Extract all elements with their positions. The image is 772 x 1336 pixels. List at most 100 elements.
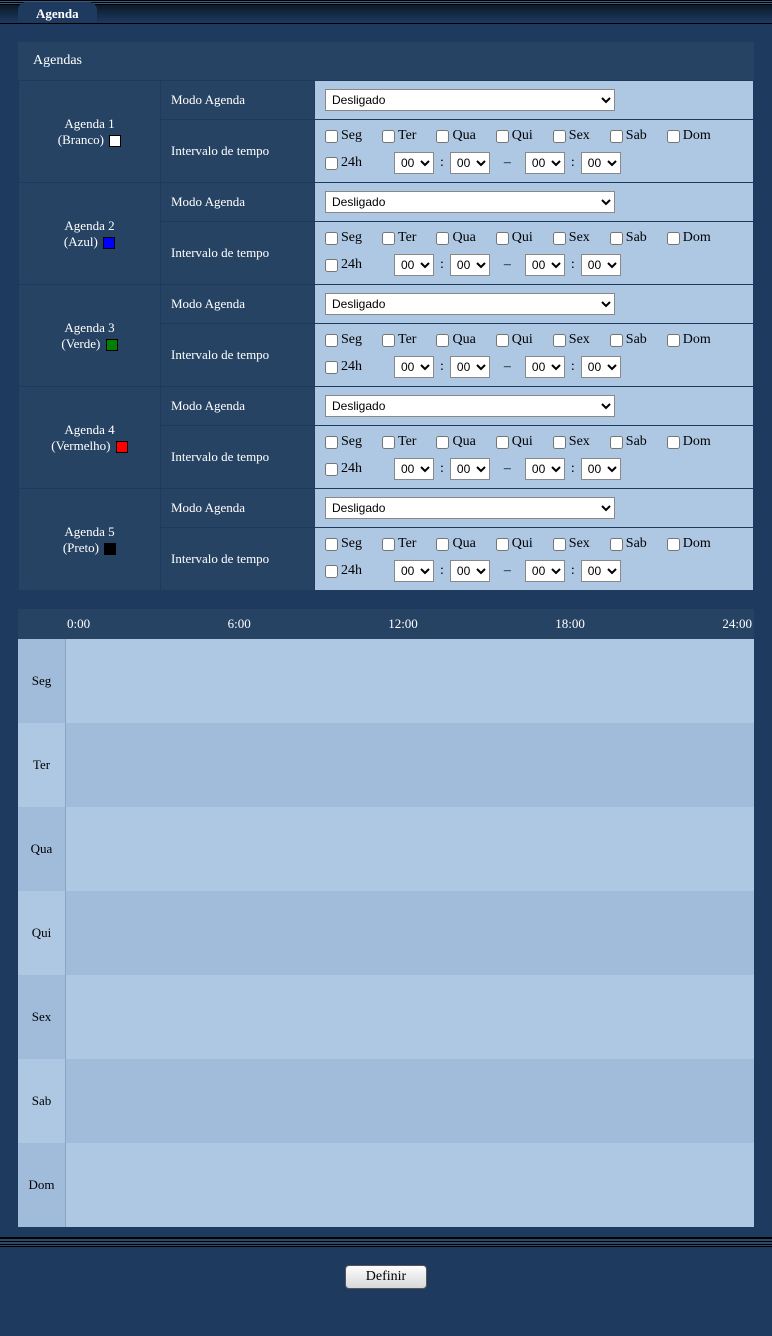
day-checkbox[interactable]	[436, 130, 449, 143]
day-checkbox[interactable]	[496, 232, 509, 245]
day-checkbox[interactable]	[610, 538, 623, 551]
day-checkbox[interactable]	[667, 130, 680, 143]
time-select[interactable]: 00	[525, 152, 565, 174]
modo-select[interactable]: Desligado	[325, 395, 615, 417]
day-checkbox[interactable]	[436, 436, 449, 449]
day-label: Dom	[683, 230, 711, 246]
time-select[interactable]: 00	[581, 152, 621, 174]
day-label: Qui	[512, 332, 533, 348]
time-select[interactable]: 00	[450, 254, 490, 276]
day-label: Sab	[626, 332, 647, 348]
modo-select[interactable]: Desligado	[325, 293, 615, 315]
time-select[interactable]: 00	[394, 458, 434, 480]
day-checkbox[interactable]	[325, 436, 338, 449]
colon: :	[571, 461, 575, 477]
day-label: Qua	[452, 128, 475, 144]
schedule-row: Qua	[18, 807, 754, 891]
day-checkbox[interactable]	[496, 130, 509, 143]
h24-checkbox[interactable]	[325, 565, 338, 578]
definir-button[interactable]: Definir	[345, 1265, 427, 1289]
time-row: 24h00:00–00:00	[325, 254, 743, 276]
day-checkbox[interactable]	[610, 130, 623, 143]
time-select[interactable]: 00	[450, 356, 490, 378]
day-checkbox[interactable]	[325, 130, 338, 143]
time-select[interactable]: 00	[581, 254, 621, 276]
tab-bar: Agenda	[0, 4, 772, 24]
day-checkbox[interactable]	[382, 436, 395, 449]
day-checkbox[interactable]	[436, 232, 449, 245]
time-select[interactable]: 00	[581, 356, 621, 378]
time-select[interactable]: 00	[525, 254, 565, 276]
day-checkbox[interactable]	[382, 232, 395, 245]
time-select[interactable]: 00	[450, 458, 490, 480]
h24-checkbox[interactable]	[325, 157, 338, 170]
day-checkbox[interactable]	[382, 538, 395, 551]
day-checkbox[interactable]	[553, 130, 566, 143]
day-checkbox[interactable]	[667, 334, 680, 347]
day-checkbox[interactable]	[553, 538, 566, 551]
h24-item: 24h	[325, 563, 362, 579]
time-select[interactable]: 00	[394, 560, 434, 582]
tab-agenda[interactable]: Agenda	[18, 2, 97, 22]
schedule-bar	[65, 639, 754, 723]
day-checkbox[interactable]	[325, 538, 338, 551]
h24-checkbox[interactable]	[325, 259, 338, 272]
day-checkbox[interactable]	[382, 130, 395, 143]
day-checkbox[interactable]	[553, 334, 566, 347]
day-checkbox[interactable]	[667, 538, 680, 551]
schedule-bar	[65, 1059, 754, 1143]
day-checkbox[interactable]	[382, 334, 395, 347]
h24-item: 24h	[325, 155, 362, 171]
time-select[interactable]: 00	[394, 152, 434, 174]
modo-select[interactable]: Desligado	[325, 89, 615, 111]
schedule-row: Dom	[18, 1143, 754, 1227]
time-select[interactable]: 00	[525, 356, 565, 378]
day-checkbox[interactable]	[436, 538, 449, 551]
time-select[interactable]: 00	[450, 152, 490, 174]
dash: –	[504, 563, 511, 579]
time-select[interactable]: 00	[581, 458, 621, 480]
day-checkbox[interactable]	[496, 436, 509, 449]
modo-select[interactable]: Desligado	[325, 497, 615, 519]
day-checkbox-item: Qui	[496, 434, 533, 450]
day-checkbox[interactable]	[610, 232, 623, 245]
day-label: Seg	[341, 230, 362, 246]
time-select[interactable]: 00	[581, 560, 621, 582]
day-checkbox[interactable]	[436, 334, 449, 347]
day-label: Qui	[512, 128, 533, 144]
day-checkbox[interactable]	[667, 436, 680, 449]
day-checkbox[interactable]	[496, 334, 509, 347]
day-checkbox[interactable]	[325, 232, 338, 245]
day-label: Sab	[626, 434, 647, 450]
day-checkbox-item: Sex	[553, 128, 590, 144]
time-row: 24h00:00–00:00	[325, 356, 743, 378]
modo-select[interactable]: Desligado	[325, 191, 615, 213]
day-checkbox[interactable]	[667, 232, 680, 245]
day-checkbox[interactable]	[610, 436, 623, 449]
day-checkbox[interactable]	[496, 538, 509, 551]
time-select[interactable]: 00	[525, 458, 565, 480]
h24-checkbox[interactable]	[325, 361, 338, 374]
day-label: Sex	[569, 332, 590, 348]
day-checkbox-item: Dom	[667, 128, 711, 144]
day-checkbox-item: Sab	[610, 332, 647, 348]
agenda-name-line1: Agenda 5	[64, 524, 114, 539]
day-checkbox[interactable]	[553, 436, 566, 449]
day-checkbox-item: Seg	[325, 332, 362, 348]
h24-checkbox[interactable]	[325, 463, 338, 476]
time-select[interactable]: 00	[525, 560, 565, 582]
h24-label: 24h	[341, 257, 362, 273]
day-checkbox[interactable]	[325, 334, 338, 347]
time-select[interactable]: 00	[394, 356, 434, 378]
dash: –	[504, 257, 511, 273]
dash: –	[504, 461, 511, 477]
time-select[interactable]: 00	[394, 254, 434, 276]
color-swatch	[103, 237, 115, 249]
time-tick: 6:00	[228, 616, 251, 632]
colon: :	[571, 257, 575, 273]
day-checkbox[interactable]	[553, 232, 566, 245]
time-select[interactable]: 00	[450, 560, 490, 582]
day-label: Sab	[626, 230, 647, 246]
day-checkbox[interactable]	[610, 334, 623, 347]
schedule-bar	[65, 807, 754, 891]
